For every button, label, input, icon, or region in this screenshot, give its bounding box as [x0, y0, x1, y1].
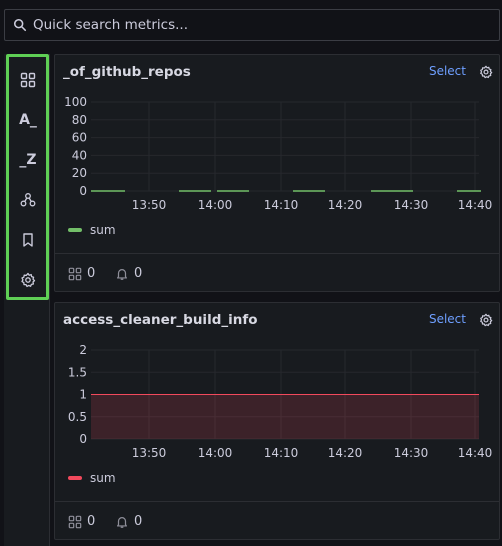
legend-swatch — [68, 476, 82, 480]
bell-icon — [117, 268, 127, 280]
settings-button[interactable] — [15, 267, 41, 293]
chart-legend[interactable]: sum — [68, 471, 116, 485]
y-tick-label: 40 — [72, 148, 87, 162]
sidebar: A_ _Z — [4, 54, 50, 546]
y-tick-label: 1.5 — [68, 365, 87, 379]
group-by-button[interactable] — [15, 187, 41, 213]
x-tick-label: 14:30 — [394, 446, 429, 460]
alerts-count-value: 0 — [134, 514, 143, 529]
x-tick-label: 14:10 — [264, 198, 299, 212]
panel-footer: 0 0 — [55, 253, 499, 292]
grid-icon — [68, 267, 82, 280]
panels-count: 0 — [68, 514, 95, 529]
metric-panel-access-cleaner: access_cleaner_build_info Select 0 0.5 1 1.… — [54, 302, 500, 540]
bell-icon — [117, 516, 127, 528]
time-series-chart: 0 20 40 60 80 100 13:50 14:00 14:10 14:20 14:30 14:… — [64, 95, 493, 212]
x-tick-label: 14:20 — [328, 446, 363, 460]
grid-view-button[interactable] — [15, 67, 41, 93]
x-tick-label: 14:00 — [198, 446, 233, 460]
gear-icon — [21, 272, 36, 288]
series-area — [91, 394, 479, 439]
y-tick-label: 100 — [64, 95, 87, 109]
sort-z-a-icon: _Z — [19, 152, 37, 168]
bookmarks-button[interactable] — [15, 227, 41, 253]
y-tick-label: 60 — [72, 131, 87, 145]
group-icon — [20, 193, 36, 207]
sort-z-a-button[interactable]: _Z — [15, 147, 41, 173]
metrics-search-box[interactable] — [4, 9, 500, 41]
y-tick-label: 1 — [79, 388, 87, 402]
sidebar-tool-group: A_ _Z — [6, 54, 49, 300]
y-tick-label: 20 — [72, 166, 87, 180]
alerts-count-value: 0 — [134, 266, 143, 281]
x-tick-label: 14:20 — [328, 198, 363, 212]
legend-label: sum — [90, 223, 116, 237]
alerts-count: 0 — [115, 514, 142, 529]
time-series-chart: 0 0.5 1 1.5 2 13:50 14:00 14:10 14:20 14:30 14:40 — [68, 343, 493, 460]
legend-swatch — [68, 228, 82, 232]
bookmark-icon — [23, 233, 33, 247]
search-icon — [13, 18, 27, 32]
panels-count: 0 — [68, 266, 95, 281]
x-tick-label: 14:10 — [264, 446, 299, 460]
x-tick-label: 14:00 — [198, 198, 233, 212]
x-tick-label: 14:40 — [458, 446, 493, 460]
chart-legend[interactable]: sum — [68, 223, 116, 237]
legend-label: sum — [90, 471, 116, 485]
sort-a-z-icon: A_ — [19, 112, 37, 128]
x-tick-label: 13:50 — [132, 446, 167, 460]
panel-footer: 0 0 — [55, 501, 499, 540]
metric-panel-github-repos: _of_github_repos Select 0 20 40 60 80 100 13:5… — [54, 54, 500, 292]
panels-count-value: 0 — [87, 514, 96, 529]
x-tick-label: 14:40 — [458, 198, 493, 212]
sort-a-z-button[interactable]: A_ — [15, 107, 41, 133]
y-tick-label: 2 — [79, 343, 87, 357]
panels-count-value: 0 — [87, 266, 96, 281]
y-tick-label: 80 — [72, 113, 87, 127]
y-tick-label: 0.5 — [68, 410, 87, 424]
x-tick-label: 14:30 — [394, 198, 429, 212]
grid-icon — [68, 515, 82, 528]
x-tick-label: 13:50 — [132, 198, 167, 212]
y-tick-label: 0 — [79, 432, 87, 446]
grid-icon — [20, 72, 36, 88]
alerts-count: 0 — [115, 266, 142, 281]
search-input[interactable] — [33, 17, 473, 33]
y-tick-label: 0 — [79, 184, 87, 198]
